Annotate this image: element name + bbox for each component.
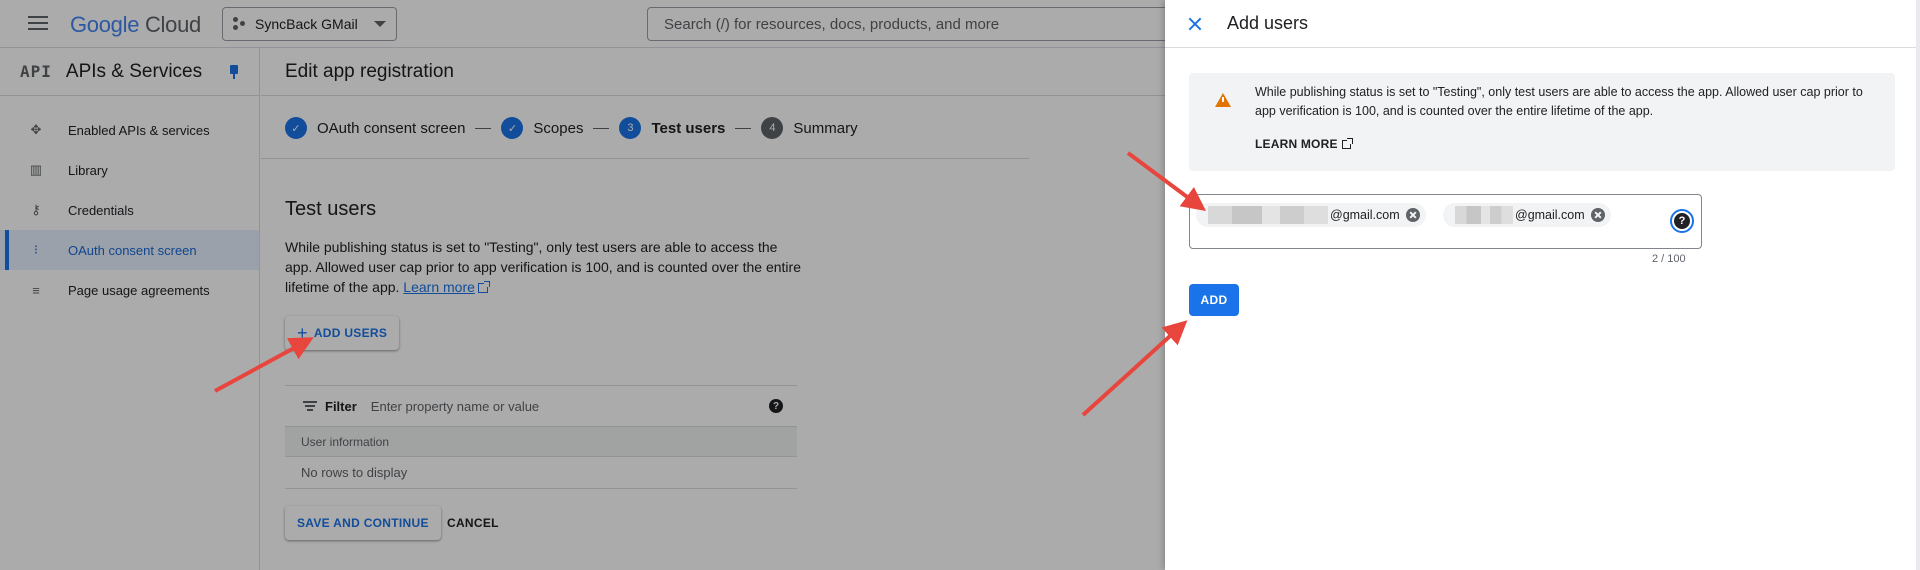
- scrollbar-track[interactable]: [1916, 0, 1920, 570]
- panel-title: Add users: [1227, 13, 1309, 33]
- add-button[interactable]: ADD: [1189, 284, 1239, 316]
- notice-text: While publishing status is set to "Testi…: [1255, 85, 1863, 118]
- email-chip[interactable]: @gmail.com: [1443, 203, 1611, 227]
- user-emails-input[interactable]: @gmail.com @gmail.com ?: [1189, 194, 1702, 249]
- warning-notice: While publishing status is set to "Testi…: [1189, 73, 1895, 171]
- email-chip-text: @gmail.com: [1330, 208, 1400, 222]
- external-link-icon: [1341, 137, 1353, 149]
- email-chip[interactable]: @gmail.com: [1196, 203, 1426, 227]
- user-counter: 2 / 100: [1652, 253, 1686, 265]
- remove-chip-icon[interactable]: [1405, 208, 1420, 222]
- redacted-email-name: [1208, 206, 1328, 224]
- panel-header: Add users: [1165, 0, 1920, 48]
- learn-more-link[interactable]: LEARN MORE: [1255, 137, 1353, 151]
- close-icon[interactable]: [1183, 12, 1207, 36]
- email-chip-text: @gmail.com: [1515, 208, 1585, 222]
- learn-more-label: LEARN MORE: [1255, 137, 1338, 151]
- warning-icon: [1215, 93, 1231, 107]
- modal-scrim[interactable]: [0, 0, 1165, 570]
- add-users-panel: Add users While publishing status is set…: [1165, 0, 1920, 570]
- remove-chip-icon[interactable]: [1590, 208, 1605, 222]
- help-icon[interactable]: ?: [1670, 209, 1694, 233]
- redacted-email-name: [1455, 206, 1513, 224]
